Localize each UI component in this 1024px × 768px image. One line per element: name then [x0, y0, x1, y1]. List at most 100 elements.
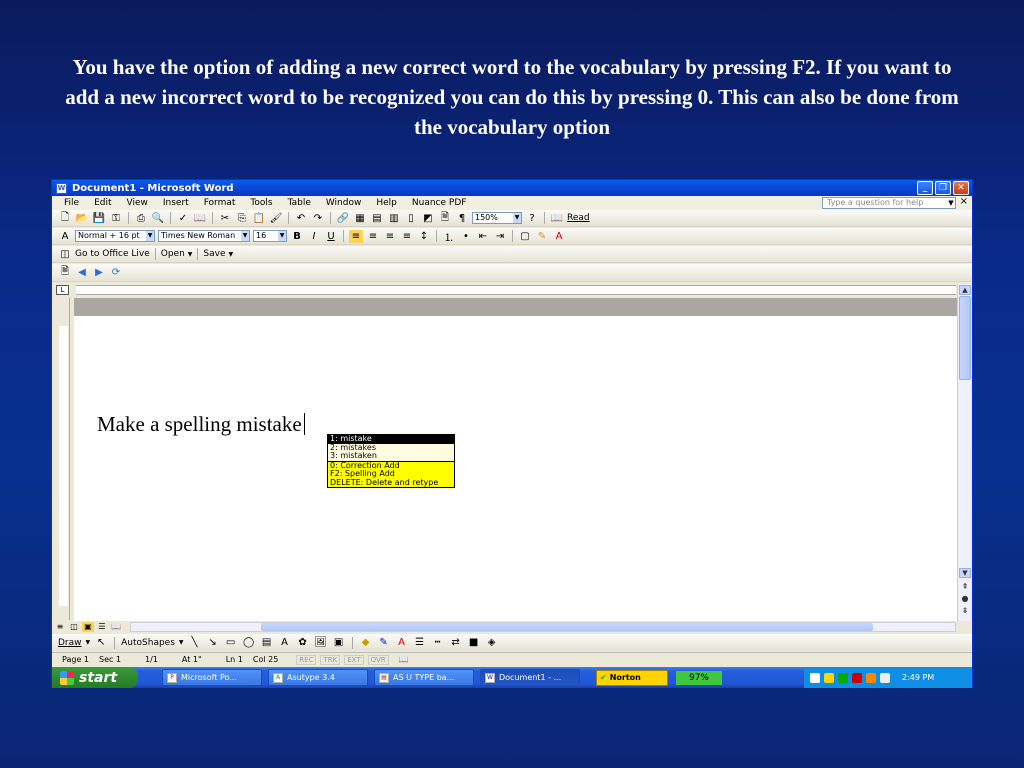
tab-selector[interactable]: L	[56, 285, 69, 295]
picture-icon[interactable]: ▣	[332, 636, 346, 649]
zoom-select[interactable]: 150% ▼	[472, 212, 522, 224]
draw-menu[interactable]: Draw	[58, 638, 82, 648]
refresh-icon[interactable]: ⟳	[109, 266, 123, 279]
dash-style-icon[interactable]: ┅	[431, 636, 445, 649]
line-color-icon[interactable]: ✎	[377, 636, 391, 649]
scroll-down-icon[interactable]: ▼	[959, 568, 971, 578]
reading-layout-icon[interactable]: 📖	[110, 622, 122, 632]
status-trk[interactable]: TRK	[320, 654, 341, 665]
document-map-icon[interactable]: 🗎	[438, 212, 452, 225]
bold-icon[interactable]: B	[290, 230, 304, 243]
insert-excel-icon[interactable]: ▥	[387, 212, 401, 225]
font-size-select[interactable]: 16 ▼	[253, 230, 287, 242]
text-box-icon[interactable]: ▤	[260, 636, 274, 649]
decrease-indent-icon[interactable]: ⇤	[476, 230, 490, 243]
menu-nuance-pdf[interactable]: Nuance PDF	[412, 198, 467, 208]
font-color-icon[interactable]: A	[552, 230, 566, 243]
close-button[interactable]: ✕	[953, 181, 969, 195]
print-preview-icon[interactable]: 🔍	[151, 212, 165, 225]
arrow-style-icon[interactable]: ⇄	[449, 636, 463, 649]
redo-icon[interactable]: ↷	[311, 212, 325, 225]
drawing-icon[interactable]: ◩	[421, 212, 435, 225]
antivirus-icon[interactable]	[866, 672, 876, 683]
help-icon[interactable]: ?	[525, 212, 539, 225]
menu-tools[interactable]: Tools	[250, 198, 272, 208]
scroll-up-icon[interactable]: ▲	[959, 285, 971, 295]
align-center-icon[interactable]: ≡	[366, 230, 380, 243]
correction-option[interactable]: 3: mistaken	[328, 451, 454, 461]
line-style-icon[interactable]: ☰	[413, 636, 427, 649]
status-ext[interactable]: EXT	[344, 654, 364, 665]
minimize-button[interactable]: _	[917, 181, 933, 195]
forward-icon[interactable]: ▶	[92, 266, 106, 279]
network-icon[interactable]	[810, 672, 820, 683]
menu-edit[interactable]: Edit	[94, 198, 111, 208]
menu-window[interactable]: Window	[326, 198, 362, 208]
ask-question-input[interactable]: Type a question for help	[822, 197, 956, 209]
fill-color-icon[interactable]: ◆	[359, 636, 373, 649]
web-layout-icon[interactable]: ◫	[68, 622, 80, 632]
open-button[interactable]: Open	[161, 249, 185, 259]
undo-icon[interactable]: ↶	[294, 212, 308, 225]
tables-borders-icon[interactable]: ▦	[353, 212, 367, 225]
wordart-icon[interactable]: A	[278, 636, 292, 649]
menu-view[interactable]: View	[127, 198, 148, 208]
shadow-icon[interactable]: ■	[467, 636, 481, 649]
read-icon[interactable]: 📖	[550, 212, 564, 225]
italic-icon[interactable]: I	[307, 230, 321, 243]
vertical-scroll-thumb[interactable]	[959, 296, 971, 380]
restore-button[interactable]: ❐	[935, 181, 951, 195]
spelling-icon[interactable]: ✓	[176, 212, 190, 225]
document-icon[interactable]: 🗎	[58, 266, 72, 279]
select-browse-object-icon[interactable]: ●	[960, 594, 970, 603]
style-select[interactable]: Normal + 16 pt ▼	[75, 230, 155, 242]
save-icon[interactable]: 💾	[92, 212, 106, 225]
columns-icon[interactable]: ▯	[404, 212, 418, 225]
research-icon[interactable]: 📖	[193, 212, 207, 225]
print-layout-icon[interactable]: ▣	[82, 622, 94, 632]
line-spacing-icon[interactable]: ↕	[417, 230, 431, 243]
autoshapes-menu[interactable]: AutoShapes	[121, 638, 175, 648]
document-close-icon[interactable]: ×	[960, 196, 968, 207]
menu-format[interactable]: Format	[204, 198, 236, 208]
rectangle-icon[interactable]: ▭	[224, 636, 238, 649]
horizontal-ruler[interactable]	[76, 285, 956, 295]
display-icon[interactable]	[880, 672, 890, 683]
next-page-icon[interactable]: ⇟	[960, 606, 970, 615]
diagram-icon[interactable]: ✿	[296, 636, 310, 649]
select-objects-icon[interactable]: ↖	[94, 636, 108, 649]
start-button[interactable]: start	[52, 667, 138, 688]
delete-retype-command[interactable]: DELETE: Delete and retype	[328, 478, 454, 488]
status-rec[interactable]: REC	[296, 654, 317, 665]
menu-insert[interactable]: Insert	[163, 198, 189, 208]
align-left-icon[interactable]: ≡	[349, 229, 363, 243]
normal-view-icon[interactable]: ≡	[54, 622, 66, 632]
numbering-icon[interactable]: ⒈	[442, 230, 456, 244]
title-bar[interactable]: W Document1 - Microsoft Word _ ❐ ✕	[52, 180, 972, 196]
underline-icon[interactable]: U	[324, 230, 338, 243]
document-page[interactable]: Make a spelling mistake 1: mistake 2: mi…	[74, 316, 958, 621]
border-icon[interactable]: ▢	[518, 230, 532, 243]
oval-icon[interactable]: ◯	[242, 636, 256, 649]
spelling-status-icon[interactable]: 📖	[399, 655, 409, 664]
align-right-icon[interactable]: ≡	[383, 230, 397, 243]
open-folder-icon[interactable]: 📂	[75, 212, 89, 225]
bullets-icon[interactable]: •	[459, 230, 473, 243]
horizontal-scrollbar[interactable]	[130, 622, 956, 632]
security-icon[interactable]	[838, 672, 848, 683]
volume-icon[interactable]	[824, 672, 834, 683]
show-hide-icon[interactable]: ¶	[455, 212, 469, 225]
task-asutype[interactable]: A Asutype 3.4	[268, 669, 368, 686]
task-document1[interactable]: W Document1 - ...	[480, 669, 580, 686]
format-painter-icon[interactable]: 🖌	[269, 212, 283, 225]
menu-table[interactable]: Table	[288, 198, 311, 208]
permission-icon[interactable]: ⚿	[109, 212, 123, 225]
task-asutype-pdf[interactable]: ▤ AS U TYPE ba...	[374, 669, 474, 686]
line-icon[interactable]: ╲	[188, 636, 202, 649]
new-document-icon[interactable]: 🗋	[58, 212, 72, 225]
previous-page-icon[interactable]: ⇞	[960, 582, 970, 591]
arrow-icon[interactable]: ↘	[206, 636, 220, 649]
3d-icon[interactable]: ◈	[485, 636, 499, 649]
draw-font-color-icon[interactable]: A	[395, 636, 409, 649]
outline-view-icon[interactable]: ☰	[96, 622, 108, 632]
